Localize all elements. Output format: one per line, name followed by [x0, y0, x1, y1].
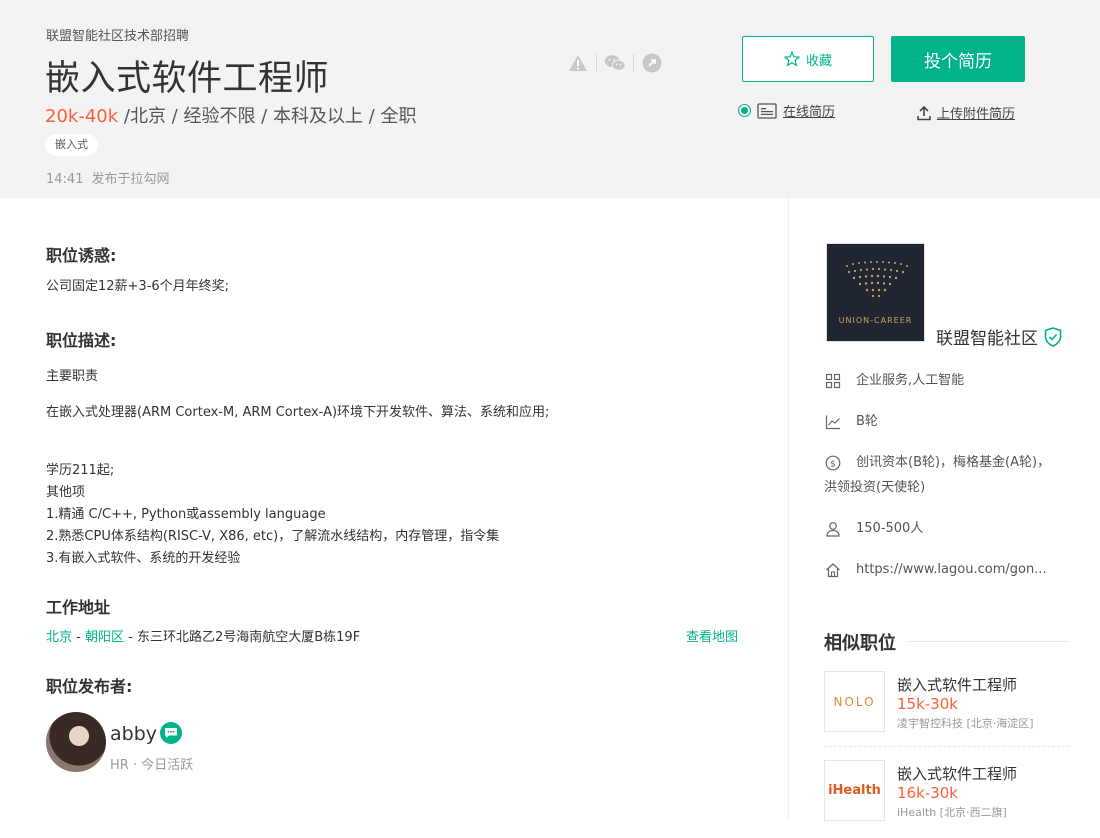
warning-icon[interactable]: [567, 52, 589, 74]
person-icon: [824, 517, 842, 541]
perks-text: 公司固定12薪+3-6个月年终奖;: [46, 279, 230, 294]
similar-job-card[interactable]: iHealth 嵌入式软件工程师 16k-30k iHealth [北京·西二旗…: [824, 760, 1070, 838]
publish-source: 发布于拉勾网: [91, 172, 170, 187]
header-icons: [567, 52, 663, 74]
money-icon: $: [824, 451, 842, 475]
hr-name: abby: [110, 723, 158, 745]
company-line[interactable]: 联盟智能社区技术部招聘: [46, 25, 189, 44]
share-icon[interactable]: [641, 52, 663, 74]
publish-info: 14:41 发布于拉勾网: [46, 168, 177, 187]
similar-jobs-title: 相似职位: [824, 633, 896, 654]
online-resume-option[interactable]: 在线简历: [738, 101, 835, 120]
apply-button[interactable]: 投个简历: [891, 36, 1025, 82]
company-name[interactable]: 联盟智能社区: [936, 324, 1038, 349]
job-requirements: /北京 / 经验不限 / 本科及以上 / 全职: [118, 106, 417, 127]
home-icon: [824, 558, 842, 582]
description-line: 学历211起;: [46, 463, 115, 478]
similar-job-title[interactable]: 嵌入式软件工程师: [897, 763, 1017, 784]
company-size: 150-500人: [824, 517, 923, 541]
description-title: 职位描述:: [46, 331, 117, 350]
view-map-link[interactable]: 查看地图: [686, 626, 738, 645]
svg-text:$: $: [830, 460, 836, 470]
upload-resume-label[interactable]: 上传附件简历: [937, 103, 1015, 122]
grid-icon: [824, 369, 842, 393]
similar-company-logo[interactable]: NOLO: [824, 671, 885, 732]
company-stage: B轮: [824, 410, 878, 434]
favorite-button[interactable]: 收藏: [742, 36, 874, 82]
icon-divider: [633, 54, 634, 72]
address-city[interactable]: 北京: [46, 630, 72, 645]
description-line: 在嵌入式处理器(ARM Cortex-M, ARM Cortex-A)环境下开发…: [46, 405, 550, 420]
work-address: 北京 - 朝阳区 - 东三环北路乙2号海南航空大厦B栋19F: [46, 630, 361, 645]
chart-icon: [824, 410, 842, 434]
company-sidebar: UNION-CAREER 联盟智能社区 企业服务,人工智能 B轮 $ 创讯资本(…: [789, 198, 1100, 821]
resume-radio[interactable]: [738, 104, 751, 117]
description-line: 2.熟悉CPU体系结构(RISC-V, X86, etc)，了解流水线结构，内存…: [46, 529, 500, 544]
chat-icon[interactable]: [160, 722, 182, 744]
similar-job-company: iHealth [北京·西二旗]: [897, 806, 1007, 819]
company-website[interactable]: https://www.lagou.com/gon...: [824, 558, 1047, 582]
publish-time: 14:41: [46, 172, 84, 187]
company-industry: 企业服务,人工智能: [824, 369, 964, 393]
publisher-title: 职位发布者:: [46, 677, 133, 696]
job-detail: 职位诱惑: 公司固定12薪+3-6个月年终奖; 职位描述: 主要职责 在嵌入式处…: [0, 198, 788, 819]
wechat-icon[interactable]: [604, 52, 626, 74]
job-tag[interactable]: 嵌入式: [45, 134, 98, 156]
company-investors: $ 创讯资本(B轮)，梅格基金(A轮)，: [824, 451, 1050, 475]
address-district[interactable]: 朝阳区: [85, 630, 124, 645]
similar-job-company: 凌宇智控科技 [北京·海淀区]: [897, 717, 1034, 730]
logo-text: UNION-CAREER: [838, 316, 913, 325]
description-line: 3.有嵌入式软件、系统的开发经验: [46, 551, 241, 566]
similar-job-salary: 15k-30k: [897, 695, 958, 713]
star-icon: [783, 51, 800, 67]
similar-job-card[interactable]: NOLO 嵌入式软件工程师 15k-30k 凌宇智控科技 [北京·海淀区]: [824, 671, 1070, 749]
resume-icon: [757, 102, 777, 119]
company-investors-cont: 洪领投资(天使轮): [824, 480, 926, 495]
salary: 20k-40k: [45, 106, 119, 127]
icon-divider: [596, 54, 597, 72]
company-name-row[interactable]: 联盟智能社区: [936, 324, 1062, 349]
verified-shield-icon: [1044, 326, 1062, 347]
favorite-label: 收藏: [805, 53, 832, 69]
hr-avatar[interactable]: [46, 712, 106, 772]
upload-resume-link[interactable]: 上传附件简历: [916, 103, 1015, 122]
hr-status: HR · 今日活跃: [110, 758, 194, 773]
perks-title: 职位诱惑:: [46, 246, 117, 265]
similar-job-title[interactable]: 嵌入式软件工程师: [897, 674, 1017, 695]
card-divider: [824, 746, 1070, 747]
job-title: 嵌入式软件工程师: [45, 59, 330, 99]
similar-job-salary: 16k-30k: [897, 784, 958, 802]
similar-company-logo[interactable]: iHealth: [824, 760, 885, 821]
description-line: 1.精通 C/C++, Python或assembly language: [46, 507, 326, 522]
description-line: 其他项: [46, 485, 86, 500]
online-resume-label[interactable]: 在线简历: [783, 101, 835, 120]
address-title: 工作地址: [46, 598, 111, 617]
description-line: 主要职责: [46, 369, 99, 384]
job-meta: 20k-40k /北京 / 经验不限 / 本科及以上 / 全职: [45, 102, 416, 128]
job-header: 联盟智能社区技术部招聘 嵌入式软件工程师 20k-40k /北京 / 经验不限 …: [0, 0, 1100, 198]
upload-icon: [917, 105, 931, 120]
company-logo[interactable]: UNION-CAREER: [826, 243, 925, 342]
address-detail: 东三环北路乙2号海南航空大厦B栋19F: [136, 630, 361, 645]
similar-title-line: [909, 641, 1069, 642]
